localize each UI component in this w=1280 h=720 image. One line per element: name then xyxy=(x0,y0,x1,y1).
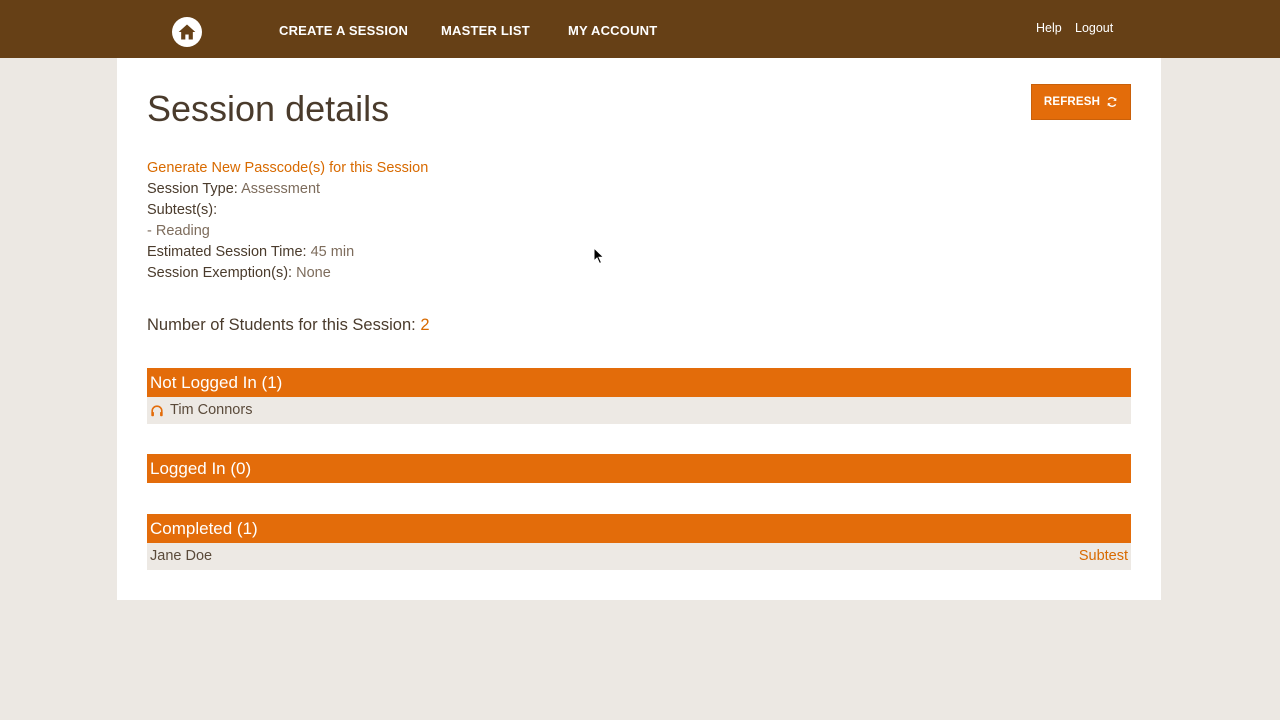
group-header-not-logged-in[interactable]: Not Logged In (1) xyxy=(147,368,1131,397)
student-name: Tim Connors xyxy=(170,402,253,418)
student-count-value: 2 xyxy=(420,316,430,334)
help-link[interactable]: Help xyxy=(1036,21,1062,35)
home-button[interactable] xyxy=(172,17,202,47)
subtest-item: - Reading xyxy=(147,223,210,239)
group-header-completed[interactable]: Completed (1) xyxy=(147,514,1131,543)
exemptions-label: Session Exemption(s): xyxy=(147,265,293,281)
refresh-button[interactable]: REFRESH xyxy=(1031,84,1131,120)
refresh-label: REFRESH xyxy=(1043,96,1101,108)
nav-my-account[interactable]: MY ACCOUNT xyxy=(568,23,657,38)
subtest-link[interactable]: Subtest xyxy=(1079,543,1128,570)
home-icon xyxy=(178,24,196,40)
session-info: Generate New Passcode(s) for this Sessio… xyxy=(147,158,428,284)
refresh-icon xyxy=(1107,97,1117,107)
session-details-panel: Session details REFRESH Generate New Pas… xyxy=(117,58,1161,600)
subtests-label: Subtest(s): xyxy=(147,202,218,218)
list-item: Tim Connors xyxy=(147,397,1131,424)
top-nav-bar: CREATE A SESSION MASTER LIST MY ACCOUNT … xyxy=(0,0,1280,58)
mouse-cursor-icon xyxy=(593,247,605,265)
student-count-label: Number of Students for this Session: xyxy=(147,316,416,334)
est-time-value: 45 min xyxy=(310,244,355,260)
nav-create-session[interactable]: CREATE A SESSION xyxy=(279,23,408,38)
exemptions-value: None xyxy=(296,265,331,281)
list-item: Jane Doe Subtest xyxy=(147,543,1131,570)
student-count: Number of Students for this Session: 2 xyxy=(147,316,430,335)
session-type-label: Session Type: xyxy=(147,181,238,197)
page-title: Session details xyxy=(147,88,390,129)
generate-passcode-link[interactable]: Generate New Passcode(s) for this Sessio… xyxy=(147,160,428,176)
est-time-label: Estimated Session Time: xyxy=(147,244,307,260)
group-header-logged-in[interactable]: Logged In (0) xyxy=(147,454,1131,483)
headphones-icon xyxy=(151,404,163,416)
nav-master-list[interactable]: MASTER LIST xyxy=(441,23,530,38)
student-name: Jane Doe xyxy=(150,548,213,564)
session-type-value: Assessment xyxy=(241,181,321,197)
logout-link[interactable]: Logout xyxy=(1075,21,1113,35)
